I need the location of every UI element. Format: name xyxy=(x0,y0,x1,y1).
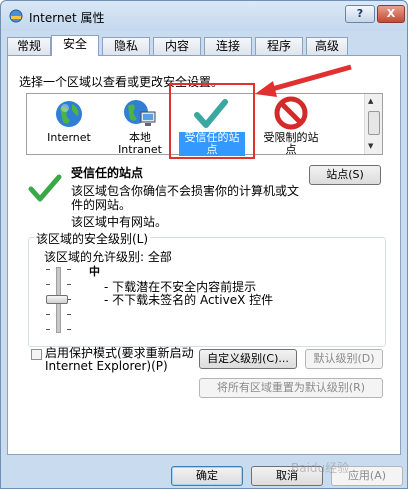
globe-icon xyxy=(56,101,82,127)
tab-advanced[interactable]: 高级 xyxy=(306,37,348,55)
ie-settings-icon xyxy=(9,9,23,23)
slider-tick xyxy=(67,269,71,270)
window-title: Internet 属性 xyxy=(29,11,105,25)
tab-content[interactable]: 内容 xyxy=(153,37,201,55)
ok-button[interactable]: 确定 xyxy=(171,466,243,486)
protected-mode-checkbox[interactable] xyxy=(31,349,42,360)
zone-sites-info: 该区域中有网站。 xyxy=(71,215,168,229)
watermark: Baidu经验 xyxy=(291,461,350,475)
slider-tick xyxy=(67,329,71,330)
security-level-legend: 该区域的安全级别(L) xyxy=(34,230,151,247)
tab-security[interactable]: 安全 xyxy=(51,35,99,56)
internet-properties-window: Internet 属性 ? X 常规 安全 隐私 内容 连接 程序 高级 选择一… xyxy=(0,0,408,489)
slider-tick xyxy=(67,284,71,285)
annotation-arrow-icon xyxy=(255,64,352,97)
scroll-thumb[interactable] xyxy=(368,111,380,135)
tab-privacy[interactable]: 隐私 xyxy=(102,37,150,55)
zone-restricted-sites-label: 受限制的站 点 xyxy=(249,132,333,156)
allowed-levels-text: 该区域的允许级别: 全部 xyxy=(44,250,172,264)
zone-restricted-sites-label-text: 受限制的站 点 xyxy=(263,131,319,156)
tab-general[interactable]: 常规 xyxy=(7,37,51,55)
slider-tick xyxy=(46,329,50,330)
help-button[interactable]: ? xyxy=(345,5,375,23)
scroll-down-icon[interactable]: ▼ xyxy=(368,142,373,150)
level-bullet-2: - 不下载未签名的 ActiveX 控件 xyxy=(104,293,274,307)
slider-tick xyxy=(46,284,50,285)
close-button[interactable]: X xyxy=(377,5,405,23)
tab-programs[interactable]: 程序 xyxy=(255,37,303,55)
zone-description-line2: 件的网站。 xyxy=(71,198,132,212)
zone-restricted-sites[interactable]: 受限制的站 点 xyxy=(249,94,333,156)
security-slider-thumb[interactable] xyxy=(46,295,68,304)
custom-level-button[interactable]: 自定义级别(C)... xyxy=(199,349,297,369)
no-entry-icon xyxy=(274,96,308,130)
trusted-checkmark-icon xyxy=(28,174,62,202)
network-globe-icon xyxy=(124,100,156,126)
slider-tick xyxy=(46,314,50,315)
slider-tick xyxy=(46,269,50,270)
tab-connections[interactable]: 连接 xyxy=(204,37,252,55)
default-level-button[interactable]: 默认级别(D) xyxy=(305,349,383,369)
selected-zone-title: 受信任的站点 xyxy=(71,166,144,180)
sites-button[interactable]: 站点(S) xyxy=(309,165,381,185)
title-bar[interactable]: Internet 属性 ? X xyxy=(1,1,407,31)
reset-all-zones-button[interactable]: 将所有区域重置为默认级别(R) xyxy=(199,378,383,398)
protected-mode-line2: Internet Explorer)(P) xyxy=(45,359,168,373)
zone-list-scrollbar[interactable]: ▲ ▼ xyxy=(364,94,382,154)
protected-mode-label[interactable]: 启用保护模式(要求重新启动 Internet Explorer)(P) xyxy=(45,347,194,373)
security-level-name: 中 xyxy=(89,265,100,278)
zone-local-intranet-label-text: 本地 Intranet xyxy=(118,131,162,156)
scroll-up-icon[interactable]: ▲ xyxy=(368,97,373,105)
slider-tick xyxy=(67,314,71,315)
annotation-highlight-box xyxy=(169,83,255,159)
